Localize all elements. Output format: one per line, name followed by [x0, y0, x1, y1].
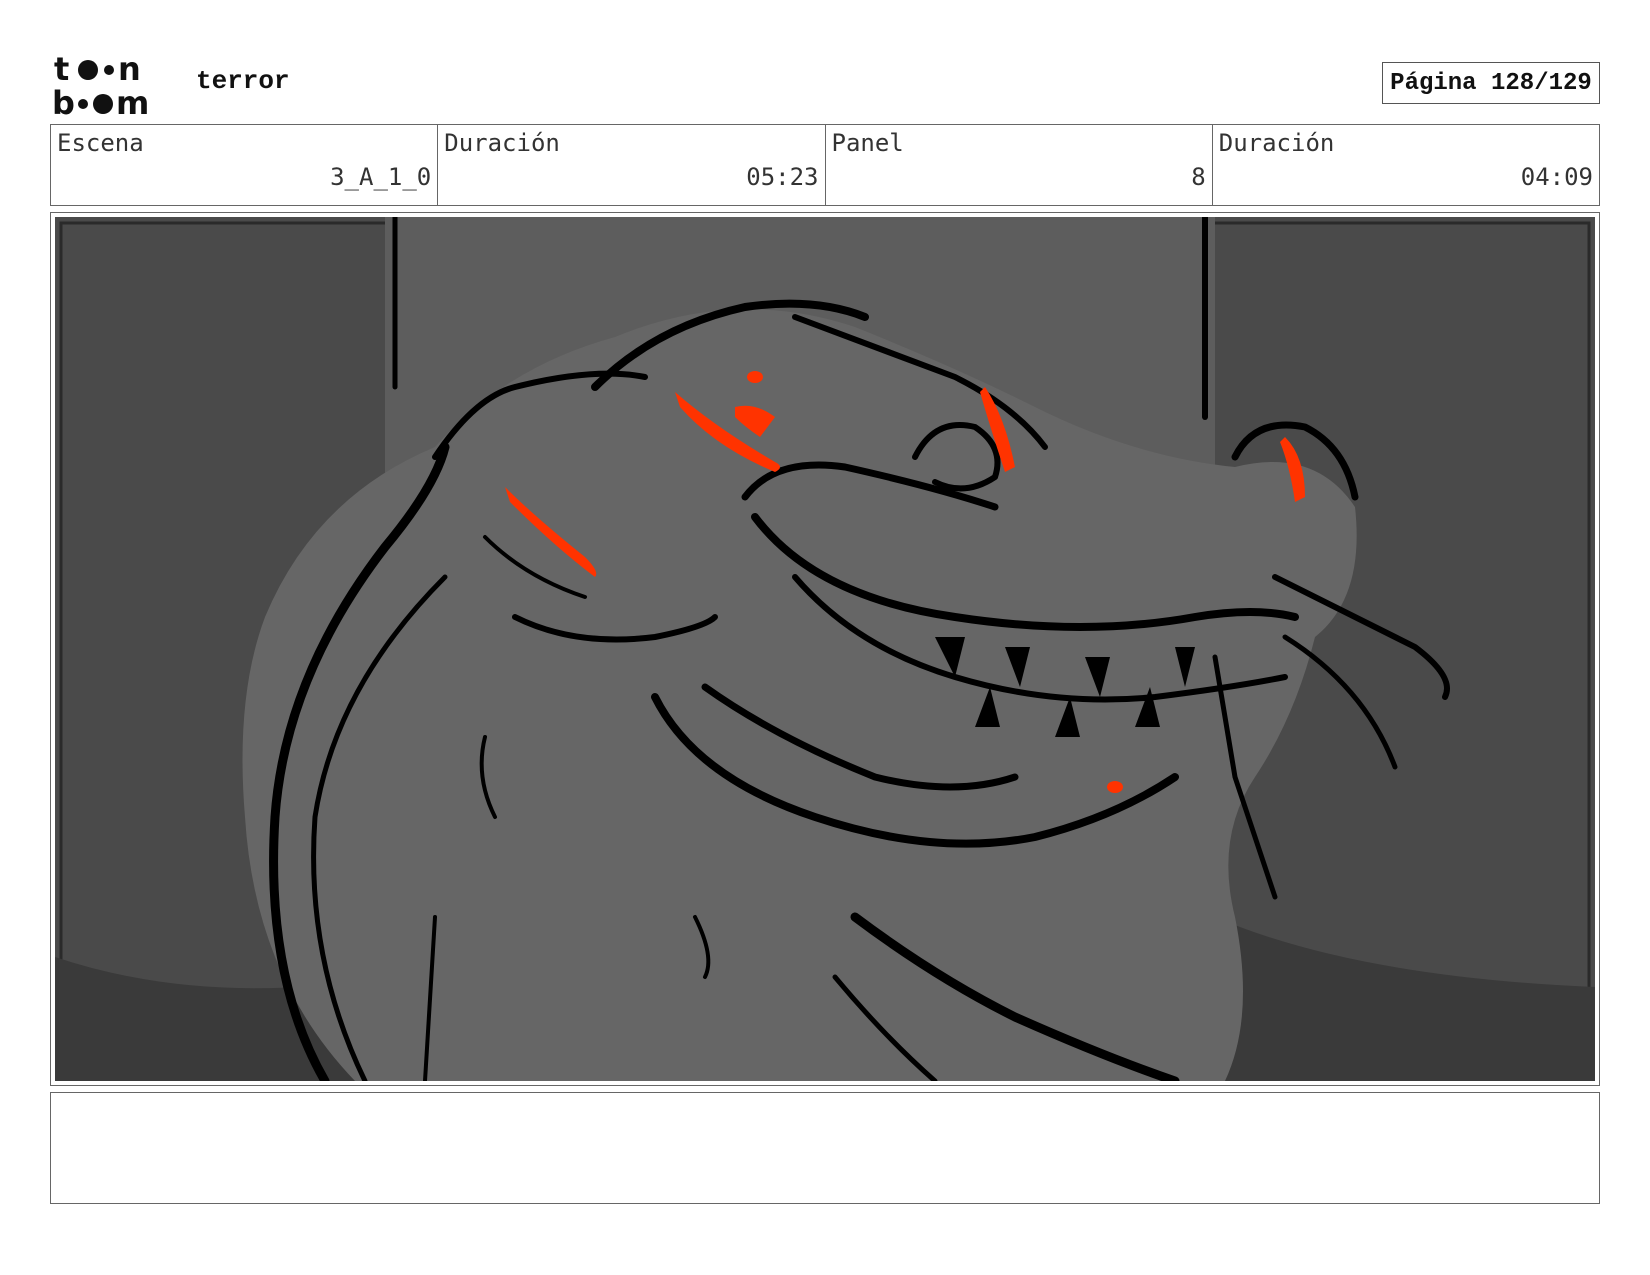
- scene-duration-cell: Duración 05:23: [438, 125, 826, 205]
- project-title: terror: [196, 66, 290, 96]
- scene-info-row: Escena 3_A_1_0 Duración 05:23 Panel 8 Du…: [50, 124, 1600, 206]
- scene-duration-value: 05:23: [746, 163, 819, 191]
- toonboom-logo: t n b m: [52, 52, 149, 118]
- scene-duration-label: Duración: [444, 129, 560, 157]
- svg-text:t: t: [54, 52, 69, 88]
- panel-value: 8: [1191, 163, 1206, 191]
- dragon-sketch-image: [55, 217, 1595, 1081]
- scene-label: Escena: [57, 129, 144, 157]
- panel-duration-label: Duración: [1218, 129, 1335, 157]
- scene-cell: Escena 3_A_1_0: [51, 125, 439, 205]
- panel-label: Panel: [831, 129, 904, 157]
- panel-notes[interactable]: [50, 1092, 1600, 1204]
- panel-duration-value: 04:09: [1520, 163, 1593, 191]
- svg-text:m: m: [116, 84, 149, 118]
- scene-value: 3_A_1_0: [330, 163, 432, 191]
- panel-cell: Panel 8: [826, 125, 1213, 205]
- page-indicator: Página 128/129: [1382, 62, 1600, 104]
- svg-text:n: n: [118, 52, 141, 88]
- panel-duration-cell: Duración 04:09: [1213, 125, 1599, 205]
- panel-frame: [50, 212, 1600, 1086]
- svg-text:b: b: [52, 84, 75, 118]
